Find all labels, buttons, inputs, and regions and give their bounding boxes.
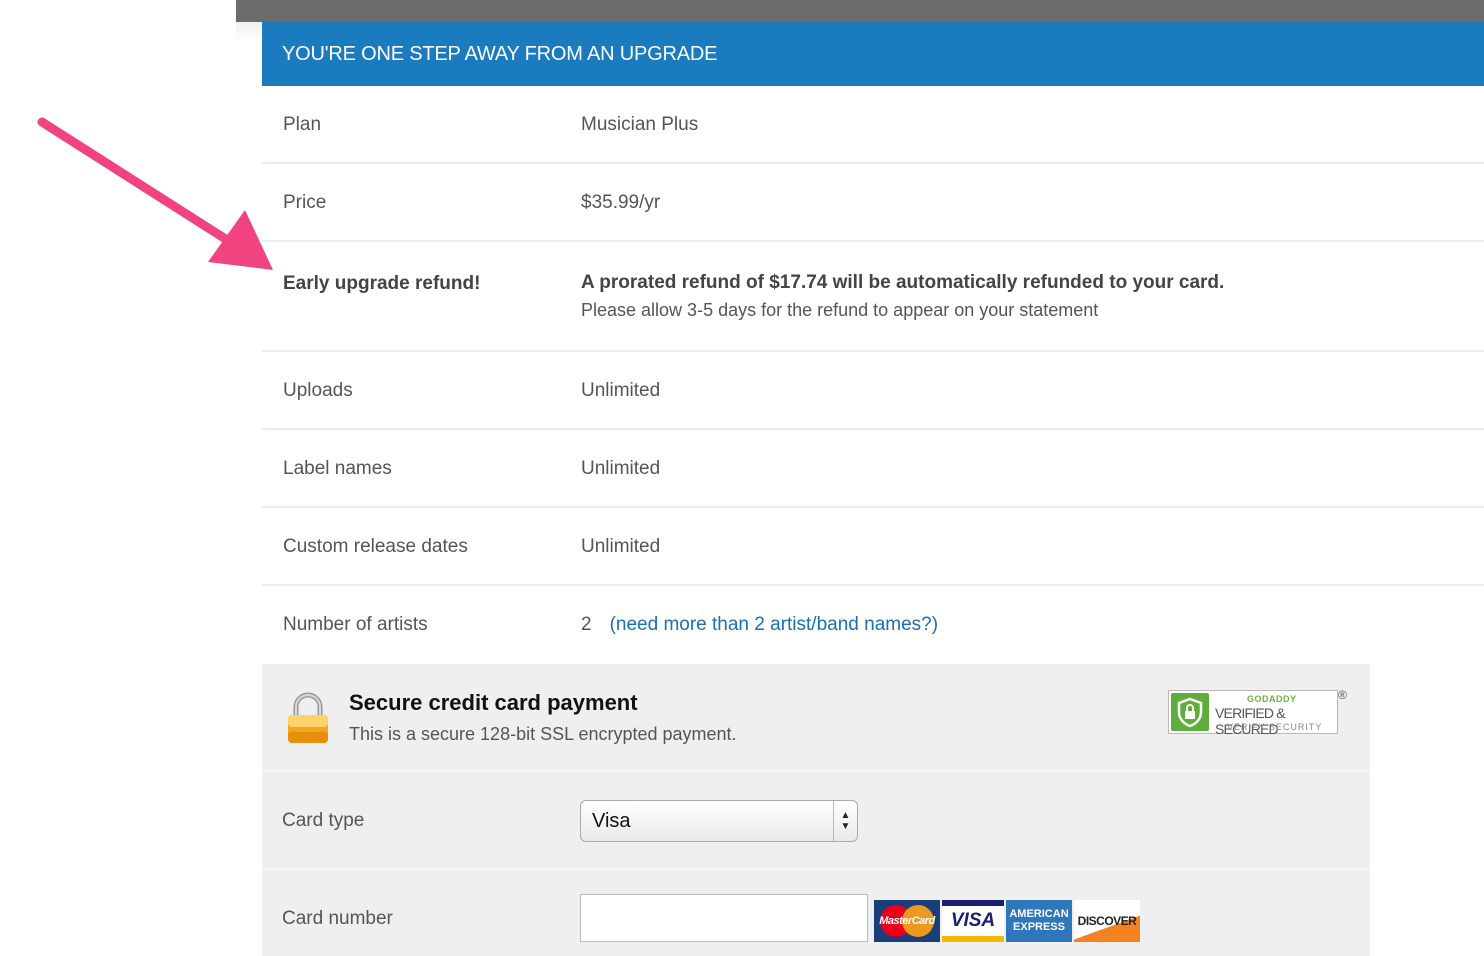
refund-value: A prorated refund of $17.74 will be auto… (581, 272, 1225, 293)
registered-mark: ® (1338, 688, 1347, 702)
payment-header: Secure credit card payment This is a sec… (262, 664, 1370, 772)
badge-verify: VERIFY SECURITY (1227, 722, 1323, 732)
amex-text-2: EXPRESS (1013, 921, 1065, 933)
release-dates-label: Custom release dates (283, 536, 468, 557)
uploads-value: Unlimited (581, 380, 661, 401)
visa-logo: VISA (942, 900, 1004, 942)
payment-title: Secure credit card payment (349, 690, 638, 715)
more-artists-link-text[interactable]: need more than 2 artist/band names? (616, 614, 932, 635)
payment-section: Secure credit card payment This is a sec… (262, 664, 1370, 956)
refund-label: Early upgrade refund! (283, 273, 481, 294)
amex-logo: AMERICAN EXPRESS (1006, 900, 1072, 942)
card-number-row: Card number MasterCard VISA AMERICAN EXPR… (262, 872, 1370, 956)
link-close-paren: ) (931, 614, 939, 635)
plan-row: Plan Musician Plus (262, 86, 1484, 164)
price-row: Price $35.99/yr (262, 164, 1484, 242)
card-number-input[interactable] (580, 894, 868, 942)
visa-text: VISA (950, 910, 996, 931)
card-type-select[interactable]: Visa ▲ ▼ (580, 800, 858, 842)
label-names-row: Label names Unlimited (262, 430, 1484, 508)
arrow-annotation (37, 117, 273, 270)
top-nav-bar (236, 0, 1484, 22)
amex-text-1: AMERICAN (1009, 908, 1069, 920)
artists-label: Number of artists (283, 614, 428, 635)
shield-icon (1171, 693, 1209, 731)
card-type-row: Card type Visa ▲ ▼ (262, 774, 1370, 870)
card-number-label: Card number (282, 908, 393, 929)
lock-icon (288, 692, 328, 743)
refund-row: Early upgrade refund! A prorated refund … (262, 242, 1484, 352)
top-nav-shadow (236, 22, 262, 42)
artists-value: 2 (581, 614, 592, 635)
label-names-label: Label names (283, 458, 392, 479)
mastercard-logo: MasterCard (874, 900, 940, 942)
more-artists-link[interactable]: (need more than 2 artist/band names?) (610, 614, 938, 635)
uploads-row: Uploads Unlimited (262, 352, 1484, 430)
badge-title: VERIFIED & SECURED (1215, 705, 1286, 737)
godaddy-verified-badge[interactable]: GODADDY VERIFIED & SECURED VERIFY SECURI… (1168, 690, 1338, 737)
artists-row: Number of artists 2 (need more than 2 art… (262, 586, 1484, 664)
artists-value-group: 2 (need more than 2 artist/band names?) (581, 614, 938, 636)
price-value: $35.99/yr (581, 192, 661, 213)
release-dates-value: Unlimited (581, 536, 661, 557)
release-dates-row: Custom release dates Unlimited (262, 508, 1484, 586)
mastercard-text: MasterCard (879, 915, 935, 927)
upgrade-banner: YOU'RE ONE STEP AWAY FROM AN UPGRADE (262, 22, 1484, 86)
card-type-selected: Visa (592, 810, 631, 832)
accepted-cards: MasterCard VISA AMERICAN EXPRESS DISCOVER (874, 900, 1140, 942)
label-names-value: Unlimited (581, 458, 661, 479)
plan-value: Musician Plus (581, 114, 699, 135)
discover-logo: DISCOVER (1074, 900, 1140, 942)
uploads-label: Uploads (283, 380, 353, 401)
banner-title: YOU'RE ONE STEP AWAY FROM AN UPGRADE (282, 43, 718, 65)
card-type-label: Card type (282, 810, 365, 831)
upgrade-page: YOU'RE ONE STEP AWAY FROM AN UPGRADE Pla… (0, 0, 1484, 956)
discover-text: DISCOVER (1077, 914, 1137, 928)
select-arrows-icon: ▲ ▼ (833, 801, 857, 841)
payment-subtitle: This is a secure 128-bit SSL encrypted p… (349, 724, 737, 744)
refund-note: Please allow 3-5 days for the refund to … (581, 300, 1099, 320)
badge-brand: GODADDY (1247, 694, 1297, 704)
